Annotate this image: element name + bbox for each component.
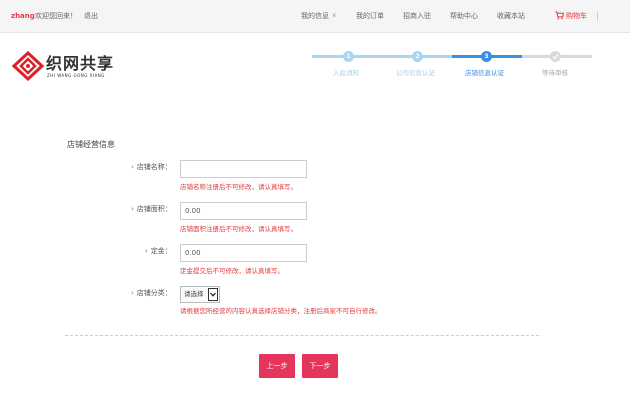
deposit-label: › 定金： <box>145 247 172 256</box>
help-center-link[interactable]: 帮助中心 <box>450 12 478 21</box>
divider <box>65 335 539 336</box>
welcome-text: 欢迎您回来！ <box>35 12 77 20</box>
deposit-hint: 定金提交后不可修改，请认真填写。 <box>180 267 284 275</box>
step-dot-2: 2 <box>412 51 423 62</box>
step-dot-4 <box>550 51 561 62</box>
cart-link[interactable]: 购物车 <box>566 12 587 21</box>
store-area-label: › 店铺面积： <box>131 205 172 214</box>
logo-subtitle: ZHI WANG GONG XIANG <box>47 73 105 78</box>
step-label-4: 等待审核 <box>542 69 568 77</box>
logo-name: 织网共享 <box>46 54 115 73</box>
required-marker: › <box>131 163 134 171</box>
category-select-value: 请选择 <box>184 290 204 298</box>
deposit-input[interactable]: 0.00 <box>180 244 307 262</box>
store-name-label-text: 店铺名称： <box>136 163 172 171</box>
username-link[interactable]: zhang <box>11 12 35 21</box>
chevron-down-icon[interactable] <box>208 288 218 301</box>
my-orders-link[interactable]: 我的订单 <box>356 12 384 21</box>
category-label-text: 店铺分类： <box>136 289 172 297</box>
category-select[interactable]: 请选择 <box>180 286 220 303</box>
prev-step-button[interactable]: 上一步 <box>259 354 295 378</box>
section-title: 店铺经营信息 <box>67 140 115 149</box>
store-area-hint: 店铺面积注册后不可修改，请认真填写。 <box>180 225 297 233</box>
next-step-button[interactable]: 下一步 <box>302 354 338 378</box>
my-info-menu[interactable]: 我的信息 <box>301 12 329 21</box>
required-marker: › <box>131 289 134 297</box>
category-hint: 请根据您所经营的内容认真选择店铺分类，注册后商家不可自行修改。 <box>180 307 382 315</box>
step-label-1: 入驻须知 <box>333 69 359 77</box>
store-name-hint: 店铺名称注册后不可修改，请认真填写。 <box>180 183 297 191</box>
category-label: › 店铺分类： <box>131 289 172 298</box>
store-name-input[interactable] <box>180 160 307 178</box>
merchant-join-link[interactable]: 招商入驻 <box>403 12 431 21</box>
divider <box>597 12 598 21</box>
top-bar: zhang 欢迎您回来！ 退出 我的信息 ∨ 我的订单 招商入驻 帮助中心 收藏… <box>0 0 630 33</box>
step-dot-1: 1 <box>343 51 354 62</box>
logout-link[interactable]: 退出 <box>84 12 98 21</box>
store-name-label: › 店铺名称： <box>131 163 172 172</box>
cart-icon[interactable] <box>555 11 564 20</box>
store-area-input[interactable]: 0.00 <box>180 202 307 220</box>
deposit-label-text: 定金： <box>150 247 172 255</box>
chevron-down-icon: ∨ <box>332 12 337 19</box>
bookmark-link[interactable]: 收藏本站 <box>497 12 525 21</box>
site-logo[interactable]: 织网共享 ZHI WANG GONG XIANG <box>12 51 122 81</box>
step-label-3: 店铺信息认证 <box>465 69 504 77</box>
progress-steps: 1 2 3 入驻须知 公司信息认证 店铺信息认证 等待审核 <box>312 50 592 80</box>
store-area-label-text: 店铺面积： <box>136 205 172 213</box>
logo-mark-icon <box>12 51 44 81</box>
check-icon <box>552 54 559 60</box>
required-marker: › <box>131 205 134 213</box>
required-marker: › <box>145 247 148 255</box>
step-dot-3: 3 <box>481 51 492 62</box>
step-label-2: 公司信息认证 <box>396 69 435 77</box>
